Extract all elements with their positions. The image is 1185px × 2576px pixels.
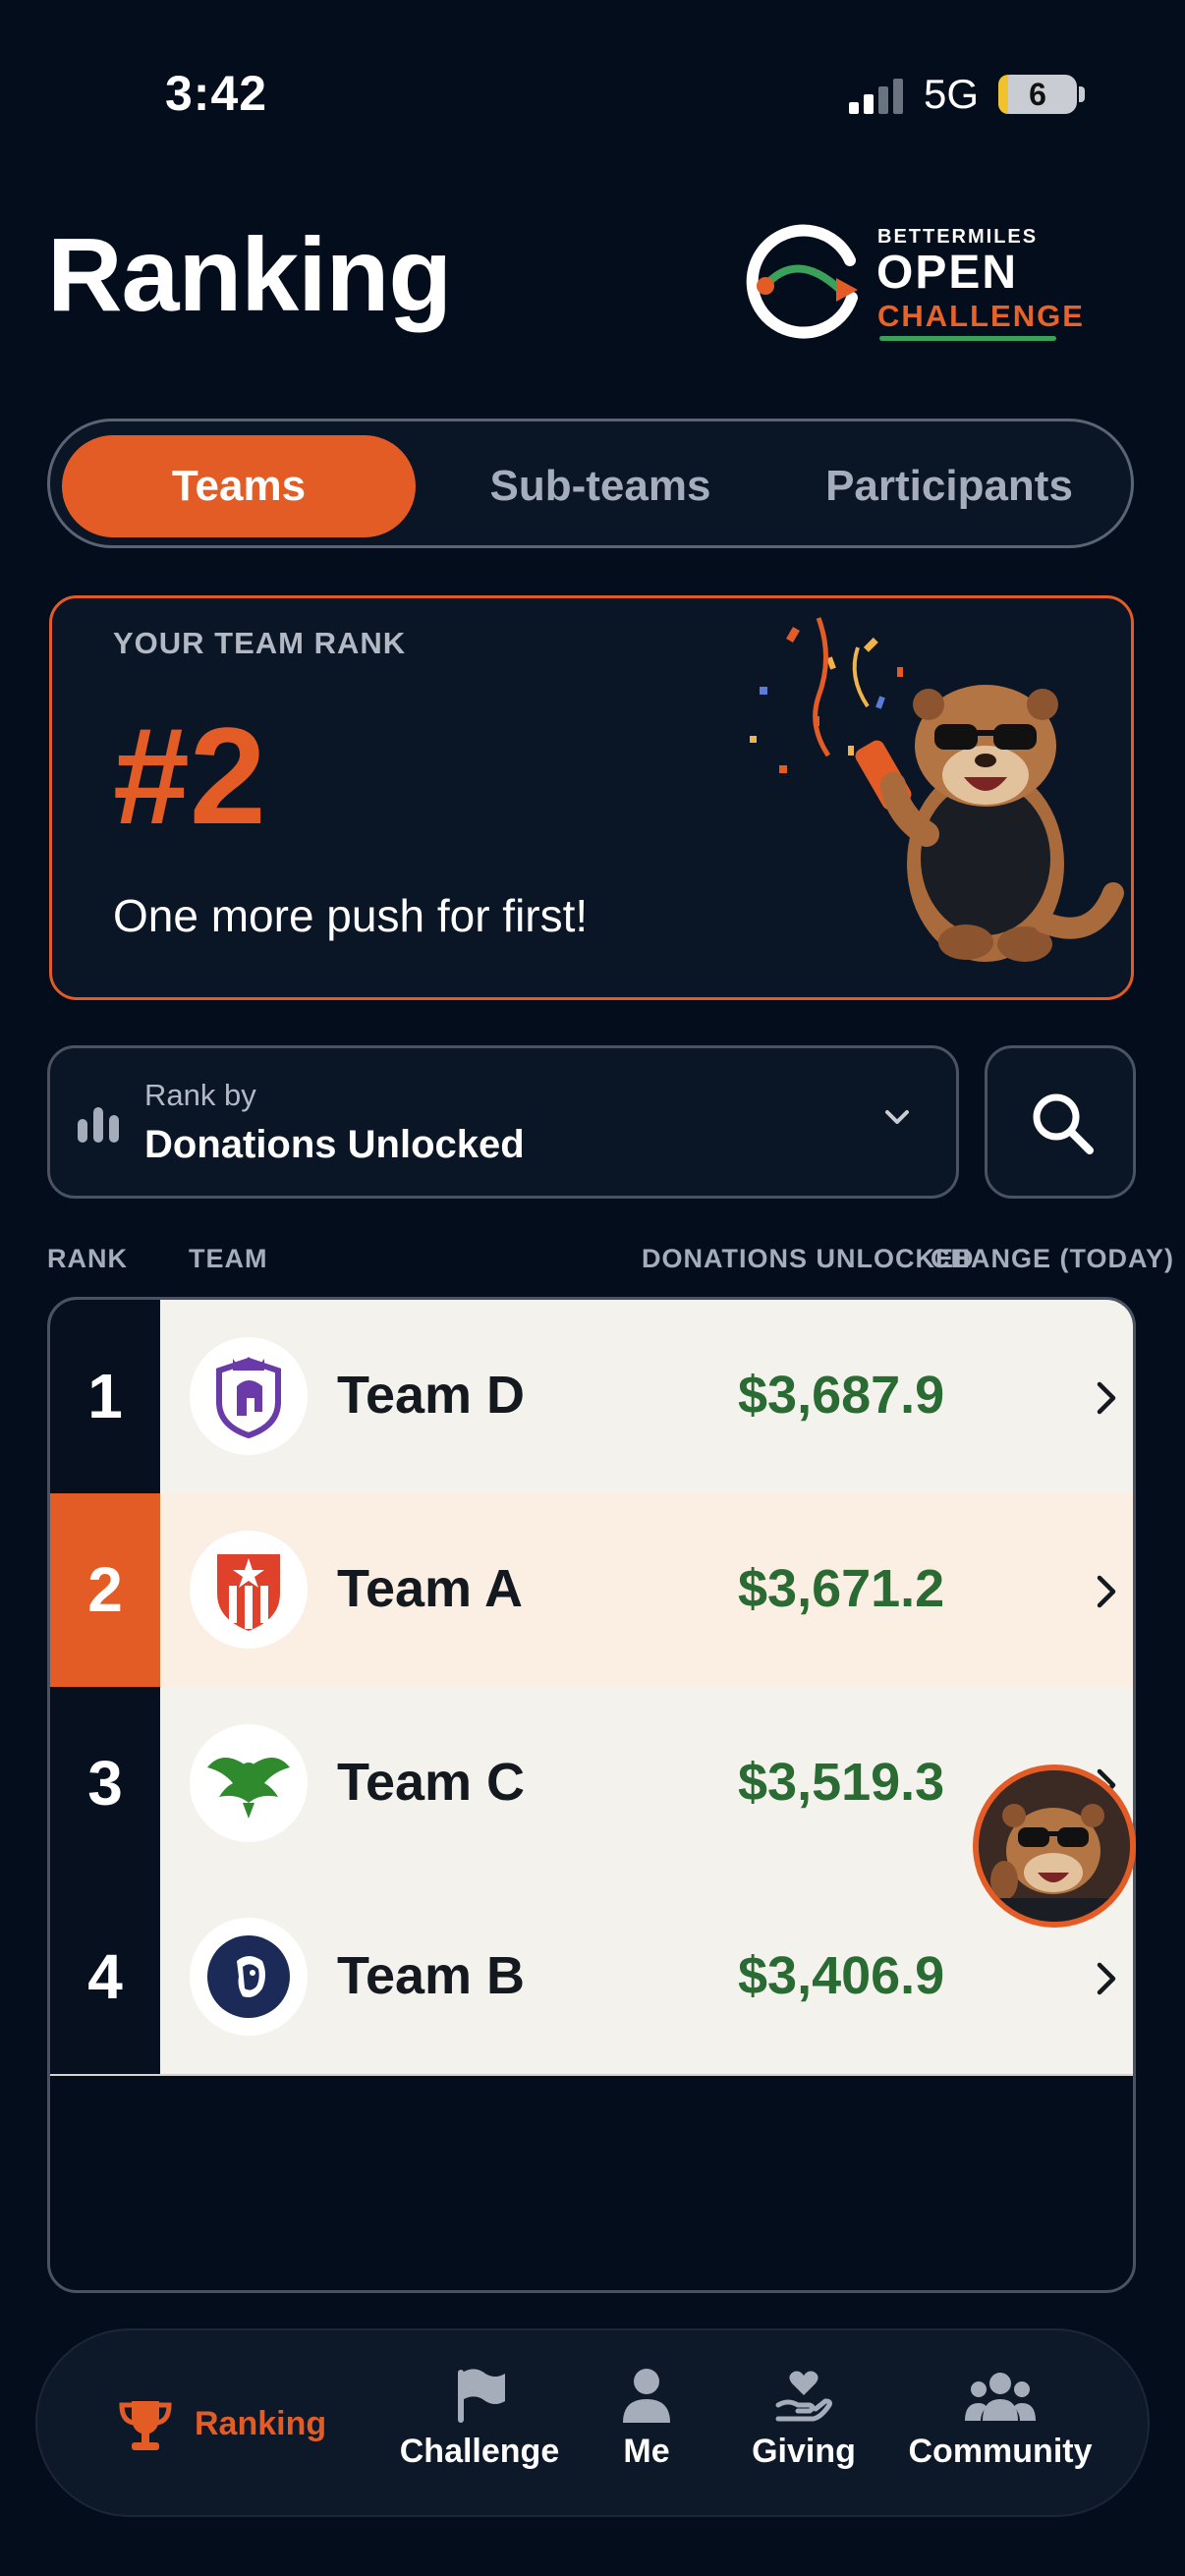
table-row[interactable]: 3 Team C $3,519.3 bbox=[50, 1687, 1133, 1882]
tab-participants[interactable]: Participants bbox=[782, 435, 1116, 537]
star-stripes-shield-icon bbox=[217, 1554, 280, 1631]
team-name: Team A bbox=[337, 1559, 524, 1618]
nav-community-label: Community bbox=[908, 2433, 1093, 2470]
rank-by-value: Donations Unlocked bbox=[144, 1123, 525, 1166]
search-button[interactable] bbox=[985, 1045, 1136, 1199]
battery-icon: 6 bbox=[998, 75, 1077, 114]
heart-hand-icon bbox=[775, 2371, 832, 2422]
team-badge bbox=[190, 1531, 308, 1649]
logo-open-text: OPEN bbox=[876, 247, 1019, 299]
page-title: Ranking bbox=[47, 217, 452, 333]
trophy-icon bbox=[119, 2401, 172, 2450]
flag-icon bbox=[458, 2369, 505, 2423]
nav-community[interactable]: Community bbox=[882, 2366, 1118, 2471]
column-header-donations: DONATIONS UNLOCKED bbox=[642, 1244, 975, 1273]
team-rank-card: YOUR TEAM RANK #2 One more push for firs… bbox=[49, 595, 1134, 1000]
spartan-helmet-shield-icon bbox=[216, 1357, 281, 1439]
donations-amount: $3,687.9 bbox=[738, 1366, 945, 1425]
logo-challenge-text: CHALLENGE bbox=[877, 299, 1085, 333]
ranking-tabs: Teams Sub-teams Participants bbox=[47, 419, 1134, 548]
table-row[interactable]: 2 Team A $3,671.2 bbox=[50, 1493, 1133, 1689]
table-row[interactable]: 1 Team D $3,687.9 bbox=[50, 1300, 1133, 1495]
donations-amount: $3,519.3 bbox=[738, 1753, 945, 1812]
donations-amount: $3,671.2 bbox=[738, 1559, 945, 1618]
battery-tip bbox=[1079, 86, 1085, 102]
logo-underline bbox=[879, 336, 1056, 341]
tab-teams[interactable]: Teams bbox=[62, 435, 416, 537]
nav-me-label: Me bbox=[623, 2433, 670, 2470]
chevron-down-icon bbox=[885, 1110, 909, 1124]
team-badge bbox=[190, 1724, 308, 1842]
rank-by-dropdown[interactable]: Rank by Donations Unlocked bbox=[47, 1045, 959, 1199]
bar-chart-icon bbox=[78, 1107, 119, 1143]
team-rank-value: #2 bbox=[113, 699, 266, 853]
nav-challenge[interactable]: Challenge bbox=[371, 2366, 588, 2471]
team-name: Team D bbox=[337, 1366, 526, 1425]
search-icon bbox=[1033, 1093, 1094, 1154]
team-badge bbox=[190, 1918, 308, 2036]
table-row[interactable]: 4 Team B $3,406.9 bbox=[50, 1880, 1133, 2076]
nav-giving-label: Giving bbox=[752, 2433, 856, 2470]
team-rank-message: One more push for first! bbox=[113, 890, 589, 941]
bottom-navigation: Ranking Challenge Me Giving Community bbox=[35, 2328, 1150, 2517]
lion-head-icon bbox=[207, 1935, 290, 2018]
chevron-right-icon bbox=[1097, 1962, 1116, 1995]
row-rank: 4 bbox=[50, 1880, 160, 2074]
rank-by-label: Rank by bbox=[144, 1078, 256, 1112]
person-icon bbox=[623, 2369, 670, 2423]
chevron-right-icon bbox=[1097, 1381, 1116, 1415]
network-type: 5G bbox=[924, 71, 980, 117]
team-name: Team B bbox=[337, 1946, 526, 2005]
team-badge bbox=[190, 1337, 308, 1455]
eagle-icon bbox=[207, 1758, 290, 1819]
team-name: Team C bbox=[337, 1753, 526, 1812]
nav-ranking[interactable]: Ranking bbox=[116, 2395, 352, 2454]
tab-sub-teams[interactable]: Sub-teams bbox=[438, 435, 762, 537]
nav-giving[interactable]: Giving bbox=[725, 2366, 882, 2471]
waving-otter-icon bbox=[979, 1770, 1130, 1922]
chevron-right-icon bbox=[1097, 1575, 1116, 1608]
column-header-team: TEAM bbox=[189, 1244, 268, 1273]
otter-assistant-button[interactable] bbox=[973, 1764, 1136, 1928]
column-header-change: CHANGE (TODAY) bbox=[931, 1244, 1175, 1273]
nav-challenge-label: Challenge bbox=[399, 2433, 560, 2470]
cellular-signal-icon bbox=[849, 79, 903, 114]
row-rank: 1 bbox=[50, 1300, 160, 1493]
people-group-icon bbox=[965, 2373, 1036, 2421]
nav-ranking-label: Ranking bbox=[195, 2405, 327, 2442]
celebrating-otter-mascot-icon bbox=[750, 617, 1124, 962]
team-rank-label: YOUR TEAM RANK bbox=[113, 626, 407, 660]
bettermiles-logo-icon bbox=[746, 224, 858, 339]
row-rank: 3 bbox=[50, 1687, 160, 1880]
status-time: 3:42 bbox=[165, 66, 268, 121]
nav-me[interactable]: Me bbox=[588, 2366, 705, 2471]
battery-level: 6 bbox=[1029, 77, 1046, 112]
donations-amount: $3,406.9 bbox=[738, 1946, 945, 2005]
ranking-table: 1 Team D $3,687.9 2 Team A $3,671.2 3 Te… bbox=[47, 1297, 1136, 2293]
row-rank: 2 bbox=[50, 1493, 160, 1687]
column-header-rank: RANK bbox=[47, 1244, 128, 1273]
